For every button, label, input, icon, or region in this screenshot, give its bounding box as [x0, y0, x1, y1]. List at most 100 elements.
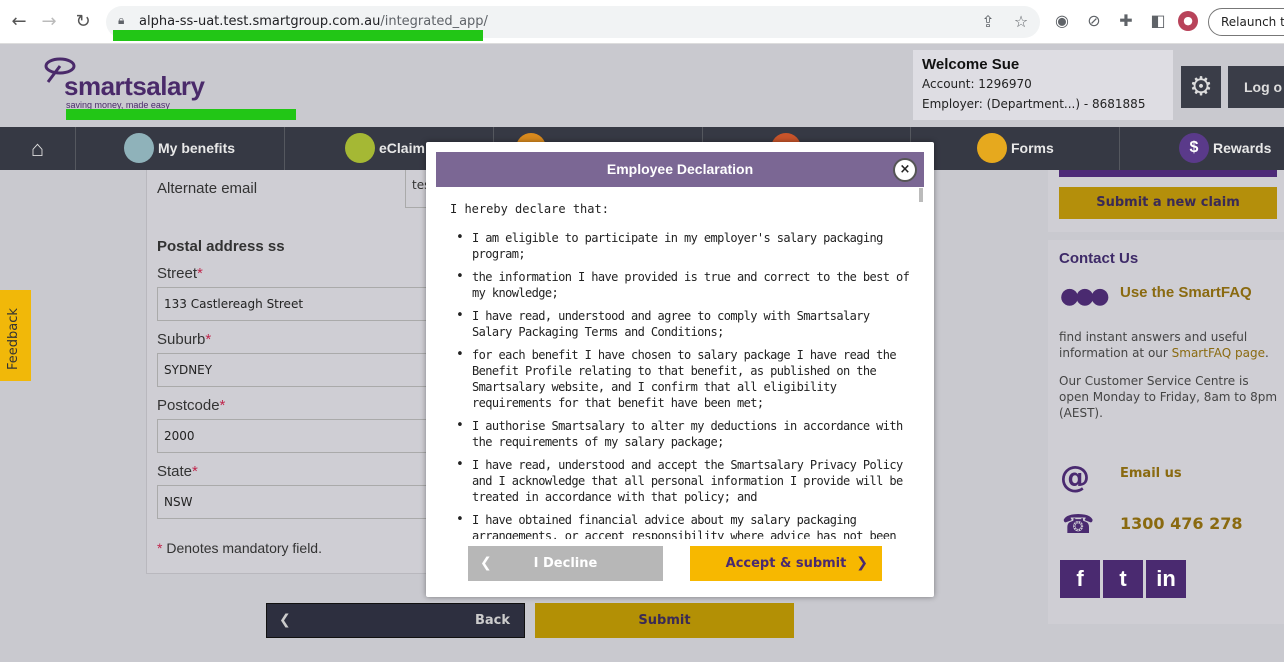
benefits-icon — [124, 133, 154, 163]
contact-details-form: Alternate email tes Postal address ss St… — [146, 170, 447, 574]
dollar-icon: $ — [1179, 133, 1209, 163]
suburb-field[interactable]: SYDNEY — [157, 353, 447, 387]
logo-text[interactable]: smartsalary — [64, 71, 205, 102]
street-label: Street* — [157, 265, 203, 282]
employee-declaration-modal: Employee Declaration × I hereby declare … — [426, 142, 934, 597]
list-item: I authorise Smartsalary to alter my dedu… — [450, 418, 910, 450]
new-claim-button[interactable]: Submit a new claim — [1059, 187, 1277, 219]
state-select[interactable]: NSW — [157, 485, 447, 519]
twitter-icon[interactable]: t — [1103, 560, 1143, 598]
chevron-left-icon: ❮ — [279, 612, 291, 628]
postal-address-heading: Postal address ss — [157, 238, 285, 255]
smartfaq-page-link[interactable]: SmartFAQ page — [1172, 346, 1265, 360]
contact-panel: Contact Us ●●● Use the SmartFAQ find ins… — [1048, 240, 1284, 624]
back-button[interactable]: ❮ Back — [266, 603, 525, 638]
url-text: alpha-ss-uat.test.smartgroup.com.au/inte… — [139, 14, 488, 29]
feedback-tab[interactable]: Feedback — [0, 290, 31, 381]
share-icon[interactable]: ⇪ — [978, 12, 998, 32]
smartfaq-link[interactable]: Use the SmartFAQ — [1120, 284, 1252, 301]
back-label: Back — [474, 613, 510, 628]
nav-rewards[interactable]: $ Rewards — [1120, 127, 1284, 170]
side-panel-icon[interactable]: ◧ — [1148, 11, 1168, 31]
extensions-puzzle-icon[interactable]: ✚ — [1116, 11, 1136, 31]
back-arrow-icon[interactable]: ← — [8, 11, 30, 33]
extension-color-icon[interactable]: ◉ — [1052, 11, 1072, 31]
gear-icon[interactable]: ⚙ — [1181, 66, 1221, 108]
street-label-text: Street — [157, 265, 198, 282]
phone-number[interactable]: 1300 476 278 — [1120, 514, 1242, 533]
highlight-marker — [113, 30, 483, 41]
relaunch-button[interactable]: Relaunch to — [1208, 8, 1284, 36]
highlight-marker — [66, 109, 296, 120]
email-at-icon: @ — [1060, 460, 1090, 495]
modal-title: Employee Declaration — [606, 161, 754, 177]
chevron-left-icon: ❮ — [480, 555, 492, 571]
postcode-field[interactable]: 2000 — [157, 419, 447, 453]
list-item: I have read, understood and agree to com… — [450, 308, 910, 340]
welcome-panel: Welcome Sue Account: 1296970 Employer: (… — [913, 50, 1173, 120]
service-hours: Our Customer Service Centre is open Mond… — [1059, 374, 1278, 420]
lock-icon: 🔒︎ — [118, 13, 125, 27]
nav-home[interactable]: ⌂ — [0, 127, 76, 170]
home-icon: ⌂ — [30, 136, 45, 161]
scrollbar[interactable] — [919, 188, 923, 202]
eclaim-icon — [345, 133, 375, 163]
url-path: /integrated_app/ — [380, 14, 488, 29]
alt-email-label: Alternate email — [157, 180, 258, 197]
nav-label: eClaim — [379, 140, 425, 156]
people-icon: ●●● — [1060, 284, 1110, 309]
phone-icon: ☎ — [1062, 510, 1095, 540]
list-item: I have read, understood and accept the S… — [450, 457, 910, 505]
required-asterisk: * — [205, 331, 212, 348]
list-item: I am eligible to participate in my emplo… — [450, 230, 910, 262]
decline-label: I Decline — [533, 556, 598, 571]
suburb-label: Suburb* — [157, 331, 211, 348]
forms-icon — [977, 133, 1007, 163]
logout-button[interactable]: Log o — [1228, 66, 1284, 108]
forward-arrow-icon[interactable]: → — [38, 11, 60, 33]
faq-text-end: . — [1264, 346, 1269, 360]
state-label: State* — [157, 463, 198, 480]
submit-button[interactable]: Submit — [535, 603, 794, 638]
required-asterisk: * — [192, 463, 198, 480]
sidebar-button-edge — [1059, 170, 1277, 177]
contact-title: Contact Us — [1059, 250, 1139, 267]
suburb-label-text: Suburb — [157, 331, 206, 348]
chevron-right-icon: ❯ — [856, 555, 868, 571]
close-icon[interactable]: × — [893, 158, 917, 182]
required-asterisk: * — [157, 540, 163, 556]
faq-description: find instant answers and useful informat… — [1059, 329, 1281, 361]
profile-avatar[interactable]: ● — [1178, 11, 1198, 31]
street-field[interactable]: 133 Castlereagh Street — [157, 287, 447, 321]
sidebar-claims: Submit a new claim — [1048, 170, 1284, 232]
linkedin-icon[interactable]: in — [1146, 560, 1186, 598]
decline-button[interactable]: ❮ I Decline — [468, 546, 663, 581]
account-number: Account: 1296970 — [922, 77, 1032, 91]
postcode-label-text: Postcode — [157, 397, 220, 414]
nav-my-benefits[interactable]: My benefits — [76, 127, 285, 170]
feedback-label: Feedback — [6, 308, 21, 370]
nav-label: Rewards — [1213, 140, 1272, 156]
nav-forms[interactable]: Forms — [911, 127, 1120, 170]
list-item: for each benefit I have chosen to salary… — [450, 347, 910, 411]
modal-body[interactable]: I hereby declare that: I am eligible to … — [436, 187, 924, 539]
mandatory-note: * Denotes mandatory field. — [157, 540, 322, 556]
modal-header: Employee Declaration × — [436, 152, 924, 187]
required-asterisk: * — [219, 397, 226, 414]
extension-compass-icon[interactable]: ⊘ — [1084, 11, 1104, 31]
list-item: the information I have provided is true … — [450, 269, 910, 301]
reload-icon[interactable]: ↻ — [72, 11, 94, 33]
nav-label: Forms — [1011, 140, 1054, 156]
required-asterisk: * — [197, 265, 203, 282]
postcode-label: Postcode* — [157, 397, 225, 414]
url-host: alpha-ss-uat.test.smartgroup.com.au — [139, 14, 381, 29]
state-label-text: State — [157, 463, 193, 480]
bookmark-star-icon[interactable]: ☆ — [1011, 12, 1031, 32]
accept-label: Accept & submit — [725, 556, 847, 571]
facebook-icon[interactable]: f — [1060, 560, 1100, 598]
accept-submit-button[interactable]: Accept & submit ❯ — [690, 546, 882, 581]
employer-info: Employer: (Department...) - 8681885 — [922, 97, 1146, 111]
list-item: I have obtained financial advice about m… — [450, 512, 910, 539]
email-link[interactable]: Email us — [1120, 466, 1182, 481]
welcome-title: Welcome Sue — [922, 56, 1020, 73]
